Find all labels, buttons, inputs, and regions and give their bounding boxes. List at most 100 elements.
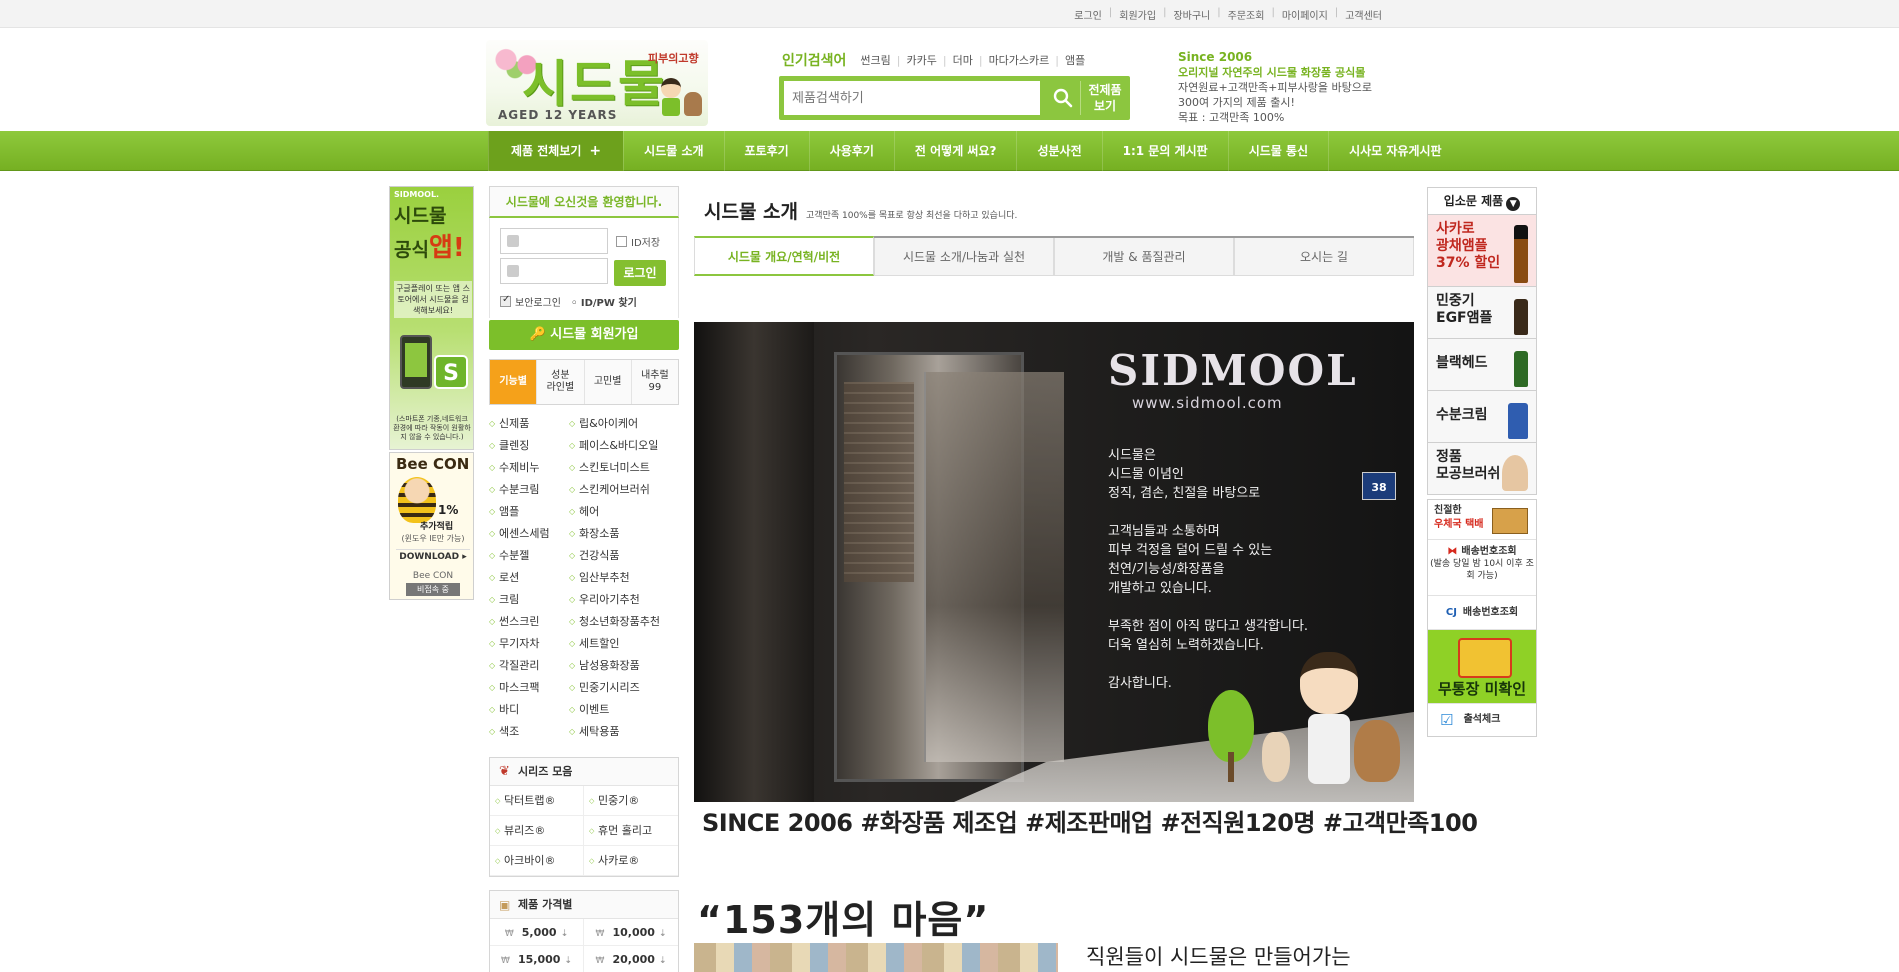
search-button[interactable] xyxy=(1045,81,1081,115)
category-item[interactable]: 스킨토너미스트 xyxy=(569,460,679,476)
tab-natural99[interactable]: 내추럴 99 xyxy=(630,360,678,404)
id-field[interactable] xyxy=(500,228,608,254)
price-item[interactable]: ₩15,000 ⇣ xyxy=(490,946,584,972)
category-item[interactable]: 헤어 xyxy=(569,504,679,520)
category-item[interactable]: 신제품 xyxy=(489,416,569,432)
photo-glass-door xyxy=(924,372,1064,762)
signup-link[interactable]: 회원가입 xyxy=(1119,7,1156,22)
tracking-lookup[interactable]: 배송번호조회 (발송 당일 밤 10시 이후 조회 가능) xyxy=(1428,540,1536,596)
price-item[interactable]: ₩20,000 ⇣ xyxy=(584,946,678,972)
order-lookup-link[interactable]: 주문조회 xyxy=(1228,7,1265,22)
price-item[interactable]: ₩5,000 ⇣ xyxy=(490,919,584,946)
product-saccharo[interactable]: 사카로 광채앰플 37% 할인 xyxy=(1427,215,1537,287)
customer-center-link[interactable]: 고객센터 xyxy=(1345,7,1382,22)
nav-item[interactable]: 사용후기 xyxy=(808,131,894,171)
keyword-link[interactable]: 마다가스카르 xyxy=(989,52,1050,68)
find-id-pw-link[interactable]: ◦ ID/PW 찾기 xyxy=(571,294,637,309)
site-logo[interactable]: 시드물 피부의고향 AGED 12 YEARS xyxy=(486,40,708,126)
category-item[interactable]: 민중기시리즈 xyxy=(569,680,679,696)
category-item[interactable]: 각질관리 xyxy=(489,658,569,674)
keyword-link[interactable]: 앰플 xyxy=(1065,52,1085,68)
nav-item[interactable]: 성분사전 xyxy=(1016,131,1101,171)
attendance-check[interactable]: 출석체크 xyxy=(1428,704,1536,736)
tree-trunk xyxy=(1228,752,1234,782)
nav-item[interactable]: 시드물 통신 xyxy=(1227,131,1328,171)
series-item[interactable]: 뷰리즈® xyxy=(490,816,584,846)
category-item[interactable]: 임산부추천 xyxy=(569,570,679,586)
series-item[interactable]: 닥터트랩® xyxy=(490,786,584,816)
series-item[interactable]: 민중기® xyxy=(584,786,678,816)
cart-link[interactable]: 장바구니 xyxy=(1173,7,1210,22)
all-products-button[interactable]: 전제품 보기 xyxy=(1083,80,1127,116)
nav-item[interactable]: 시드물 소개 xyxy=(623,131,723,171)
tab-overview[interactable]: 시드물 개요/연혁/비전 xyxy=(694,236,874,276)
mypage-link[interactable]: 마이페이지 xyxy=(1282,7,1328,22)
category-item[interactable]: 화장소품 xyxy=(569,526,679,542)
category-item[interactable]: 에센스세럼 xyxy=(489,526,569,542)
unpaid-deposit-banner[interactable]: 무통장 미확인 xyxy=(1428,630,1536,704)
nav-item[interactable]: 전 어떻게 써요? xyxy=(893,131,1017,171)
login-button[interactable]: 로그인 xyxy=(614,260,666,286)
save-id[interactable]: ID저장 xyxy=(616,234,660,249)
app-banner[interactable]: SIDMOOL. 시드물 공식앱! 구글플레이 또는 앱 스토어에서 시드물을 … xyxy=(389,186,474,450)
beecon-download[interactable]: DOWNLOAD ▸ xyxy=(396,549,470,562)
series-item[interactable]: 휴먼 홀리고 xyxy=(584,816,678,846)
tab-ingredient-line[interactable]: 성분 라인별 xyxy=(536,360,584,404)
search-input[interactable] xyxy=(784,81,1040,115)
tab-development[interactable]: 개발 & 품질관리 xyxy=(1054,238,1234,276)
category-item[interactable]: 썬스크린 xyxy=(489,614,569,630)
category-item[interactable]: 앰플 xyxy=(489,504,569,520)
category-item[interactable]: 세트할인 xyxy=(569,636,679,652)
sep: | xyxy=(1217,7,1221,18)
category-item[interactable]: 클렌징 xyxy=(489,438,569,454)
password-field[interactable] xyxy=(500,258,608,284)
category-item[interactable]: 건강식품 xyxy=(569,548,679,564)
category-item[interactable]: 세탁용품 xyxy=(569,724,679,740)
beecon-banner[interactable]: Bee CON 1% 추가적립 (윈도우 IE만 가능) DOWNLOAD ▸ … xyxy=(389,452,474,600)
post-delivery-banner[interactable]: 친절한 우체국 택배 xyxy=(1428,500,1536,540)
keyword-link[interactable]: 썬크림 xyxy=(860,52,890,68)
category-item[interactable]: 색조 xyxy=(489,724,569,740)
series-item[interactable]: 아크바이® xyxy=(490,846,584,876)
category-item[interactable]: 스킨케어브러쉬 xyxy=(569,482,679,498)
category-item[interactable]: 수분젤 xyxy=(489,548,569,564)
category-item[interactable]: 우리아기추천 xyxy=(569,592,679,608)
price-item[interactable]: ₩10,000 ⇣ xyxy=(584,919,678,946)
tab-directions[interactable]: 오시는 길 xyxy=(1234,238,1414,276)
cj-tracking[interactable]: CJ 배송번호조회 xyxy=(1428,596,1536,630)
category-item[interactable]: 수분크림 xyxy=(489,482,569,498)
category-item[interactable]: 페이스&바디오일 xyxy=(569,438,679,454)
product-blackhead[interactable]: 블랙헤드 xyxy=(1427,339,1537,391)
tab-sharing[interactable]: 시드물 소개/나눔과 실천 xyxy=(874,238,1054,276)
keyword-link[interactable]: 더마 xyxy=(953,52,973,68)
cj-tracking-label: 배송번호조회 xyxy=(1462,607,1519,618)
keyword-link[interactable]: 카카두 xyxy=(907,52,937,68)
category-item[interactable]: 수제비누 xyxy=(489,460,569,476)
category-item[interactable]: 바디 xyxy=(489,702,569,718)
tab-concern[interactable]: 고민별 xyxy=(583,360,631,404)
tab-function[interactable]: 기능별 xyxy=(490,360,537,404)
category-item[interactable]: 청소년화장품추천 xyxy=(569,614,679,630)
nav-item[interactable]: 포토후기 xyxy=(723,131,809,171)
secure-login-checkbox[interactable] xyxy=(500,294,511,307)
product-egf[interactable]: 민중기 EGF앰플 xyxy=(1427,287,1537,339)
product-moist-cream[interactable]: 수분크림 xyxy=(1427,391,1537,443)
right-sidebar: 입소문 제품 ▼ 사카로 광채앰플 37% 할인 민중기 EGF앰플 블랙헤드 수… xyxy=(1427,187,1537,495)
category-item[interactable]: 마스크팩 xyxy=(489,680,569,696)
login-link[interactable]: 로그인 xyxy=(1074,7,1102,22)
nav-item[interactable]: 1:1 문의 게시판 xyxy=(1101,131,1228,171)
series-item[interactable]: 사카로® xyxy=(584,846,678,876)
category-item[interactable]: 남성용화장품 xyxy=(569,658,679,674)
nav-item[interactable]: 시사모 자유게시판 xyxy=(1328,131,1462,171)
save-id-checkbox[interactable] xyxy=(616,236,627,247)
join-button[interactable]: 🔑 시드물 회원가입 xyxy=(489,320,679,350)
category-item[interactable]: 로션 xyxy=(489,570,569,586)
category-item[interactable]: 크림 xyxy=(489,592,569,608)
category-item[interactable]: 무기자차 xyxy=(489,636,569,652)
nav-all-products[interactable]: 제품 전체보기 + xyxy=(488,131,624,171)
product-pore-brush[interactable]: 정품 모공브러쉬 xyxy=(1427,443,1537,495)
category-item[interactable]: 립&아이케어 xyxy=(569,416,679,432)
category-item[interactable]: 이벤트 xyxy=(569,702,679,718)
popular-products-head[interactable]: 입소문 제품 ▼ xyxy=(1427,187,1537,215)
sep: | xyxy=(942,53,947,67)
